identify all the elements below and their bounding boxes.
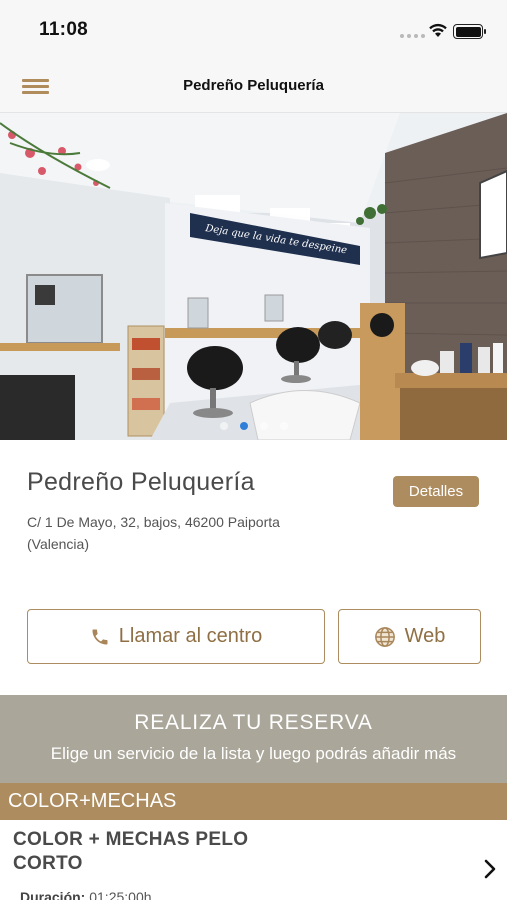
web-button[interactable]: Web — [338, 609, 481, 664]
chevron-right-icon — [484, 859, 496, 879]
salon-address: C/ 1 De Mayo, 32, bajos, 46200 Paiporta … — [27, 514, 280, 552]
phone-icon — [90, 627, 110, 647]
cellular-signal-icon — [400, 34, 425, 38]
reservation-subtitle: Elige un servicio de la lista y luego po… — [50, 744, 457, 763]
globe-icon — [374, 626, 396, 648]
service-list-item[interactable]: COLOR + MECHAS PELO CORTO Duración: 01:2… — [0, 820, 507, 900]
salon-photo: Deja que la vida te despeine — [0, 113, 507, 440]
carousel-dot[interactable] — [279, 422, 288, 430]
carousel-dot[interactable] — [259, 422, 268, 430]
category-header[interactable]: COLOR+MECHAS — [0, 783, 507, 820]
battery-icon — [453, 24, 486, 39]
nav-title: Pedreño Peluquería — [183, 77, 324, 94]
call-center-button[interactable]: Llamar al centro — [27, 609, 325, 664]
service-duration-value: 01:25:00h — [89, 889, 152, 900]
wifi-icon — [429, 23, 447, 37]
nav-bar: Pedreño Peluquería — [0, 60, 507, 113]
salon-photo-carousel[interactable]: Deja que la vida te despeine — [0, 113, 507, 440]
details-button[interactable]: Detalles — [393, 476, 479, 507]
salon-name: Pedreño Peluquería — [27, 468, 255, 496]
category-name: COLOR+MECHAS — [8, 790, 177, 812]
service-duration-label: Duración: — [20, 889, 86, 900]
status-bar: 11:08 — [0, 0, 507, 60]
reservation-banner: REALIZA TU RESERVA Elige un servicio de … — [0, 695, 507, 783]
service-name: COLOR + MECHAS PELO CORTO — [13, 829, 249, 874]
status-time: 11:08 — [39, 19, 89, 40]
reservation-title: REALIZA TU RESERVA — [134, 711, 373, 734]
carousel-dot-active[interactable] — [239, 422, 248, 430]
carousel-dots — [0, 422, 507, 430]
service-duration: Duración: 01:25:00h — [20, 889, 152, 900]
call-center-label: Llamar al centro — [118, 625, 263, 647]
carousel-dot[interactable] — [219, 422, 228, 430]
web-label: Web — [404, 625, 446, 647]
